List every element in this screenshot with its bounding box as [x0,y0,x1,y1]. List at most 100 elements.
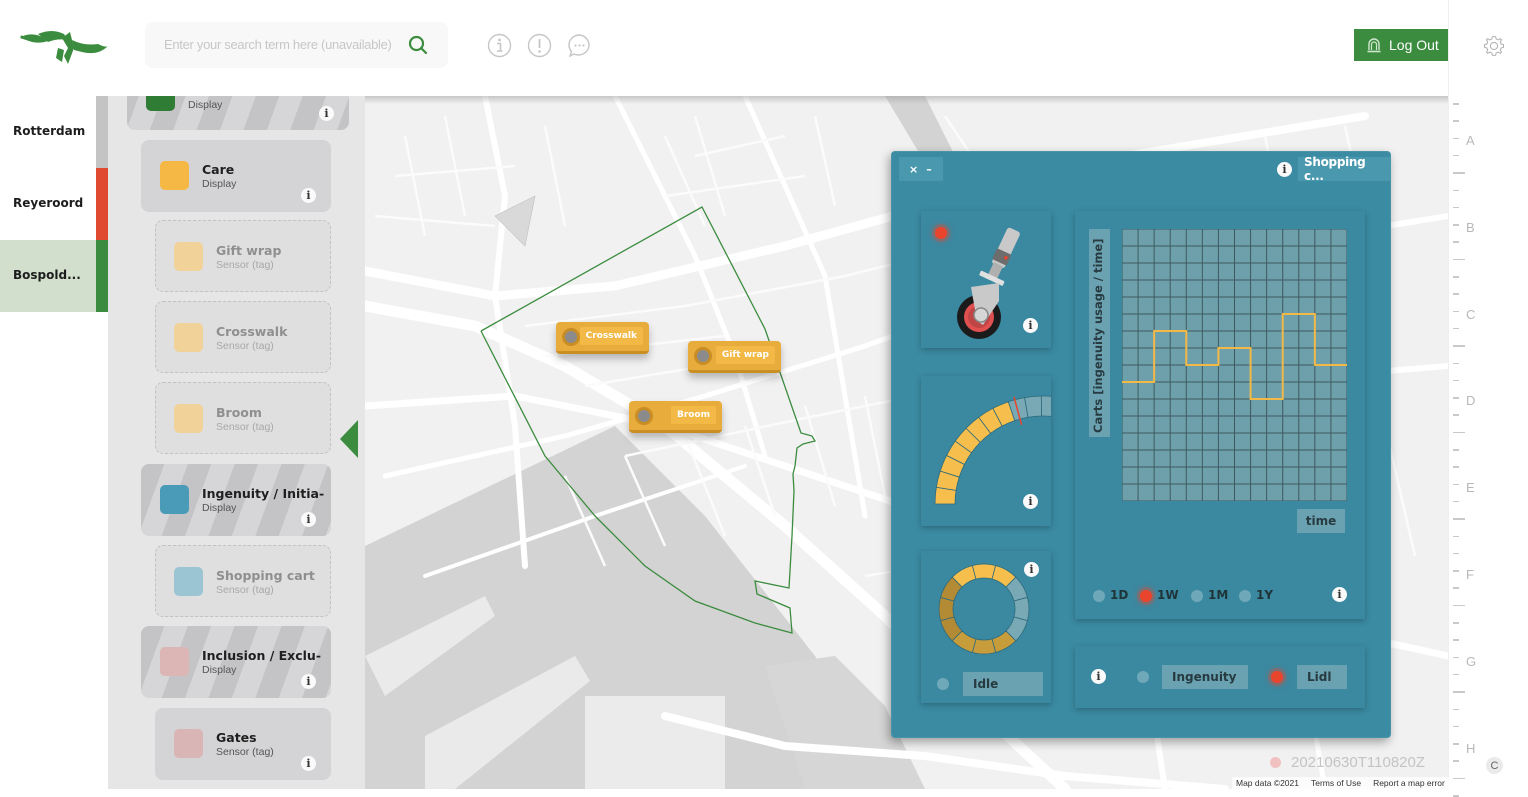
nav-color-bar [96,240,108,312]
nav-item-label: Bospold... [13,268,81,282]
layer-title: Ingenuity / Initia- [202,486,325,501]
layer-card[interactable]: Gift wrap Sensor (tag) [155,220,331,292]
ruler-tick [1453,708,1459,710]
terms-link[interactable]: Terms of Use [1311,778,1361,788]
period-radio-1w[interactable] [1140,590,1152,602]
logout-button[interactable]: Log Out [1354,29,1448,61]
layer-card[interactable]: Care Display i [141,140,331,212]
capacity-gauge-panel: i [921,376,1051,526]
shopping-cart-widget[interactable]: × – i Shopping c... i i i Idle Carts [in… [891,151,1391,738]
ruler-tick [1453,691,1465,693]
layer-title: Crosswalk [216,324,288,339]
nav-item-reyeroord[interactable]: Reyeroord [0,168,108,240]
ruler-tick [1453,743,1459,745]
info-icon[interactable]: i [319,106,334,121]
layer-card[interactable]: Broom Sensor (tag) [155,382,331,454]
donut-segment [938,596,955,622]
ruler-tick [1453,362,1459,364]
y-axis-label-box: Carts [ingenuity usage / time] [1089,229,1110,437]
search-input[interactable]: Enter your search term here (unavailable… [164,37,392,52]
info-icon[interactable]: i [1023,318,1038,333]
idle-radio[interactable] [937,678,949,690]
layer-card[interactable]: Inclusion / Exclu- Display i [141,626,331,698]
gear-icon[interactable] [1482,34,1506,58]
layer-title: Inclusion / Exclu- [202,648,322,663]
layer-color-swatch [174,729,203,758]
layer-color-swatch [146,96,175,111]
logo[interactable] [18,26,110,66]
alert-icon[interactable] [527,33,552,58]
data-source-panel: i Ingenuity Lidl [1075,646,1365,708]
marker-label: Broom [670,406,716,424]
ruler-tick [1453,777,1465,780]
map-attribution: Map data ©2021 Terms of Use Report a map… [1232,777,1449,789]
info-icon[interactable]: i [301,674,316,689]
status-dot-icon [1270,757,1281,768]
ruler-tick [1453,345,1465,347]
ruler-tick [1453,120,1459,122]
collapse-panel-arrow-icon[interactable] [340,420,358,458]
layer-card[interactable]: Shopping cart Sensor (tag) [155,545,331,617]
search-icon[interactable] [407,34,429,56]
layer-card[interactable]: Gates Sensor (tag) i [155,708,331,780]
gauge-segment [1024,395,1043,418]
layer-type: Display [202,178,237,190]
map-marker-crosswalk[interactable]: Crosswalk [556,322,649,354]
nav-item-rotterdam[interactable]: Rotterdam [0,96,108,168]
ruler-tick [1453,379,1459,382]
layer-type: Display [188,99,223,111]
ruler-letter: D [1466,393,1476,409]
nav-item-bospolder[interactable]: Bospold... [0,240,108,312]
vertical-ruler[interactable]: A B C D E F G H [1448,0,1528,797]
corner-badge[interactable]: C [1486,757,1503,774]
ruler-tick [1453,673,1459,676]
layer-color-swatch [174,567,203,596]
period-radio-1m[interactable] [1191,590,1203,602]
ruler-tick [1453,103,1459,105]
pier [585,696,725,789]
layer-type: Display [202,664,237,676]
sensor-hole-icon [635,407,653,425]
info-icon[interactable]: i [1091,669,1106,684]
period-label: 1W [1157,588,1179,602]
minimize-button[interactable]: – [926,163,932,176]
period-label: 1Y [1256,588,1274,602]
donut-segment [971,563,997,580]
info-icon[interactable]: i [301,512,316,527]
map-marker-gift-wrap[interactable]: Gift wrap [688,341,781,373]
layer-color-swatch [160,485,189,514]
ruler-tick [1453,622,1459,624]
map-marker-broom[interactable]: Broom [629,401,722,433]
period-radio-1d[interactable] [1093,590,1105,602]
close-button[interactable]: × [909,163,918,176]
info-icon[interactable]: i [1023,494,1038,509]
layer-title: Shopping cart [216,568,315,583]
info-icon[interactable]: i [1024,562,1039,577]
period-radio-1y[interactable] [1239,590,1251,602]
layer-title: Gift wrap [216,243,282,258]
timestamp: 20210630T110820Z [1270,754,1425,771]
report-error-link[interactable]: Report a map error [1373,778,1445,788]
ruler-letter: H [1466,740,1476,756]
source-radio-lidl[interactable] [1271,671,1283,683]
ruler-letter: B [1466,219,1475,235]
source-radio-ingenuity[interactable] [1137,671,1149,683]
search-bar[interactable]: Enter your search term here (unavailable… [145,22,448,68]
ruler-tick [1453,518,1465,520]
chat-icon[interactable] [567,33,592,58]
layer-color-swatch [160,161,189,190]
ruler-tick [1453,189,1459,191]
info-icon[interactable]: i [301,756,316,771]
info-icon[interactable]: i [1277,162,1292,177]
marker-label: Crosswalk [579,327,643,345]
ruler-tick [1453,570,1459,572]
info-icon[interactable]: i [301,188,316,203]
layer-card[interactable]: Ingenuity / Initia- Display i [141,464,331,536]
info-icon[interactable]: i [1332,587,1347,602]
layer-type: Display [202,502,237,514]
layer-card[interactable]: Crosswalk Sensor (tag) [155,301,331,373]
layer-card[interactable]: Display i [127,96,349,130]
layer-panel[interactable]: Display i Care Display i Gift wrap Senso… [108,96,365,789]
info-icon[interactable] [487,33,512,58]
ruler-tick [1453,224,1459,226]
